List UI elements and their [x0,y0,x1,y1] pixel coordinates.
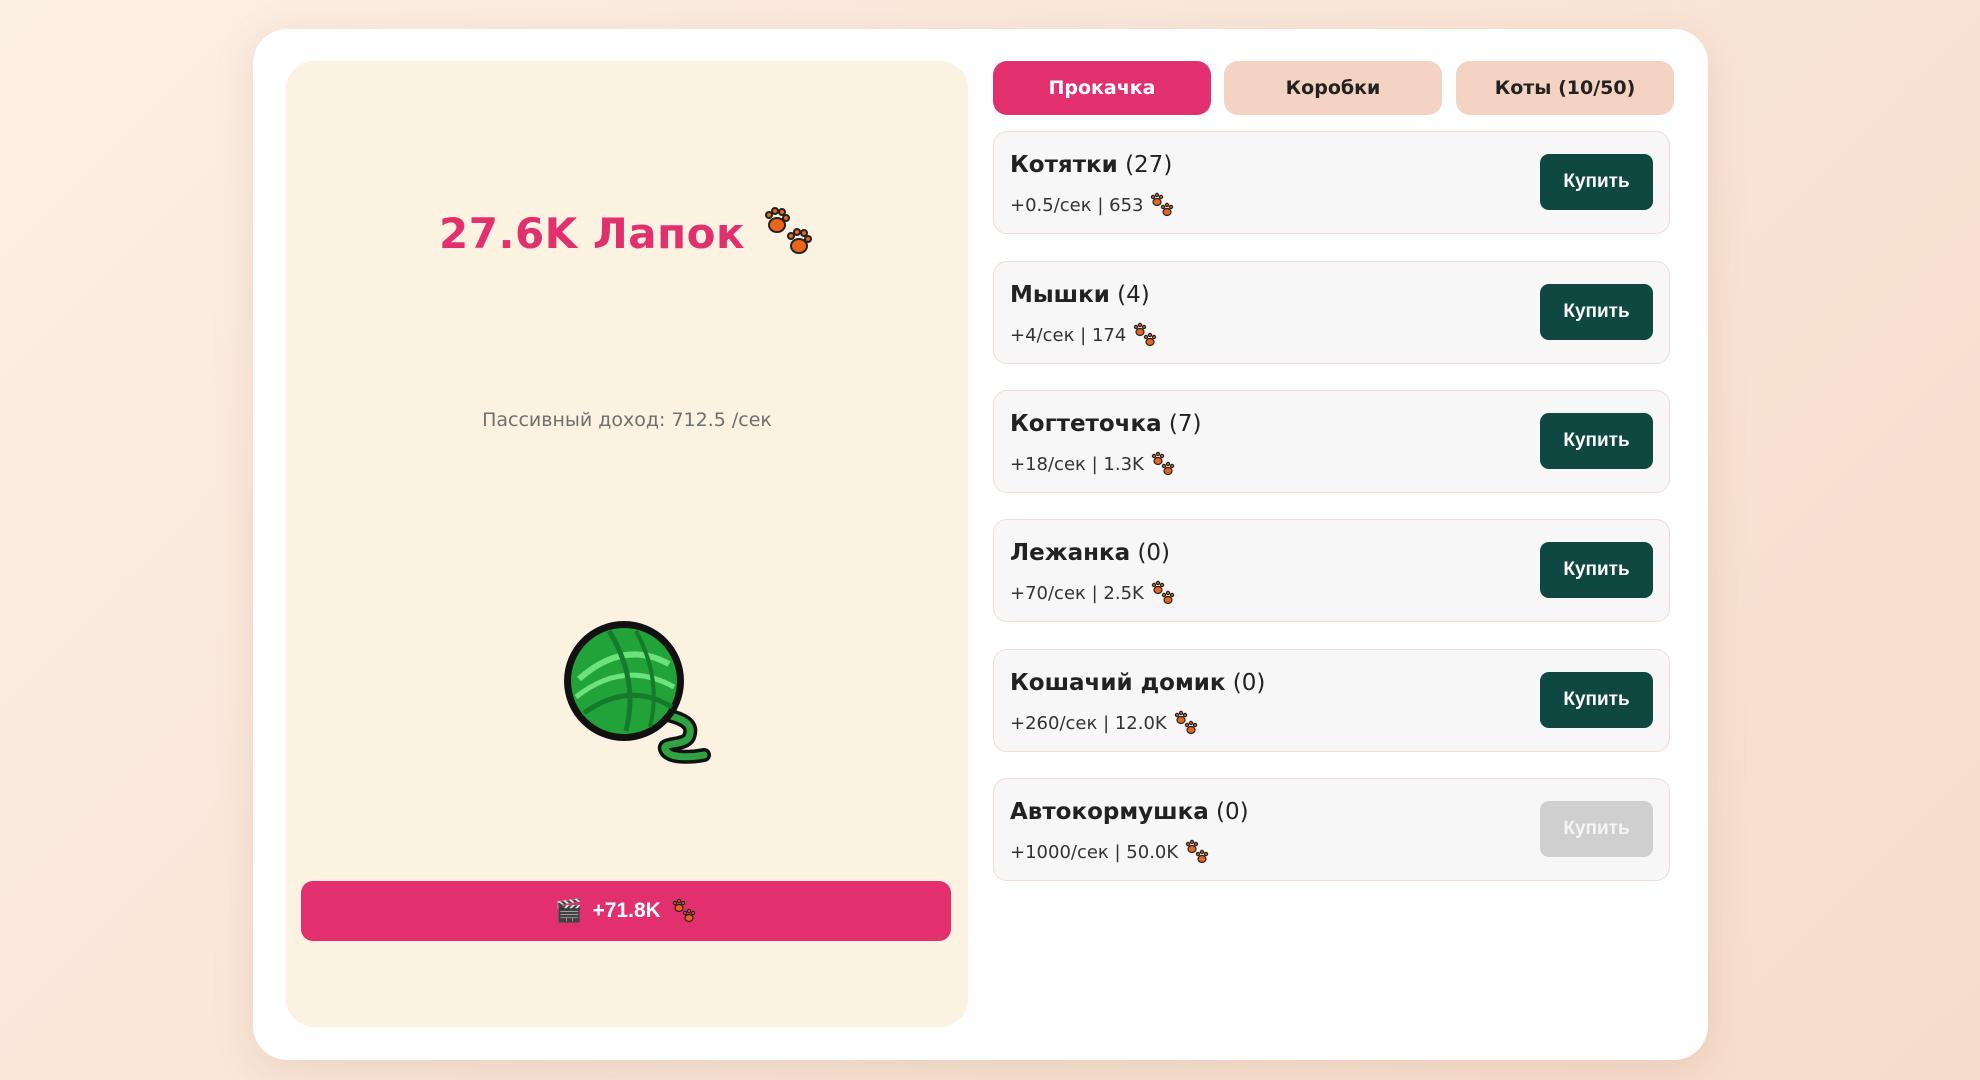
paw-prints-icon [1151,192,1174,217]
item-count: (4) [1117,282,1150,308]
clicker-panel: 27.6K Лапок Пассивный доход: 712.5 /сек [286,61,968,1027]
buy-button[interactable]: Купить [1540,672,1653,728]
buy-button[interactable]: Купить [1540,284,1653,340]
buy-button[interactable]: Купить [1540,413,1653,469]
item-count: (7) [1168,411,1202,437]
tab-boxes[interactable]: Коробки [1224,61,1442,115]
item-name: Мышки [1010,282,1110,308]
shop-item-cat-house: Кошачий домик (0) +260/сек | 12.0K Купит… [993,649,1670,752]
passive-income-label: Пассивный доход: 712.5 /сек [482,409,772,431]
item-count: (0) [1216,799,1249,825]
shop-item-cat-bed: Лежанка (0) +70/сек | 2.5K Купить [993,519,1670,622]
item-name: Лежанка [1010,540,1131,566]
item-count: (0) [1232,670,1266,696]
paw-prints-icon [1151,580,1175,605]
tab-upgrades[interactable]: Прокачка [993,61,1211,115]
score-row: 27.6K Лапок [286,206,968,260]
buy-button[interactable]: Купить [1540,154,1653,210]
paw-prints-icon [672,898,696,923]
buy-button[interactable]: Купить [1540,542,1653,598]
yarn-ball-icon [564,621,711,764]
paw-balance: 27.6K Лапок [439,208,745,258]
paw-prints-icon [1185,839,1209,864]
item-name: Когтеточка [1010,411,1162,437]
tab-bar: Прокачка Коробки Коты (10/50) [993,61,1676,115]
paw-prints-icon [1134,322,1157,347]
item-name: Кошачий домик [1010,670,1226,696]
item-stats: +18/сек | 1.3K [1010,453,1144,475]
tab-cats[interactable]: Коты (10/50) [1456,61,1674,115]
buy-button-disabled: Купить [1540,801,1653,857]
item-stats: +260/сек | 12.0K [1010,712,1167,734]
shop-item-kittens: Котятки (27) +0.5/сек | 653 Купить [993,131,1670,234]
item-name: Автокормушка [1010,799,1209,825]
shop-item-auto-feeder: Автокормушка (0) +1000/сек | 50.0K Купит… [993,778,1670,881]
item-name: Котятки [1010,152,1118,178]
clapperboard-icon: 🎬 [555,898,583,923]
shop-item-mice: Мышки (4) +4/сек | 174 Купить [993,261,1670,364]
yarn-ball-clicker[interactable] [554,609,714,769]
watch-ad-button[interactable]: 🎬 +71.8K [301,881,951,941]
item-stats: +4/сек | 174 [1010,324,1127,346]
paw-prints-icon [1151,451,1175,476]
paw-prints-icon [1174,710,1197,735]
item-count: (0) [1137,540,1171,566]
item-stats: +70/сек | 2.5K [1010,582,1144,604]
shop-item-scratcher: Когтеточка (7) +18/сек | 1.3K Купить [993,390,1670,493]
item-count: (27) [1125,152,1173,178]
ad-reward-label: +71.8K [592,899,661,922]
item-stats: +1000/сек | 50.0K [1010,841,1179,863]
paw-prints-icon [763,206,815,260]
item-stats: +0.5/сек | 653 [1010,194,1144,216]
